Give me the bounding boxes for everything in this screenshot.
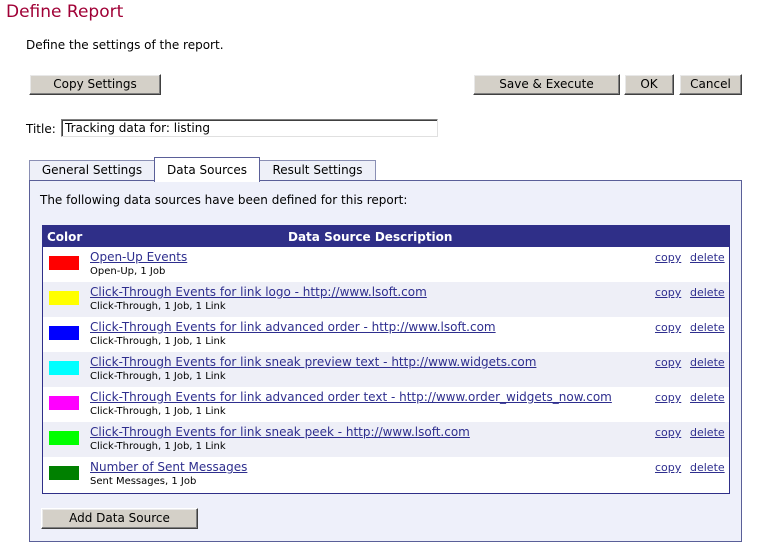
table-row: Click-Through Events for link advanced o… xyxy=(43,387,729,422)
data-sources-intro: The following data sources have been def… xyxy=(40,193,408,207)
delete-link[interactable]: delete xyxy=(690,391,725,404)
save-execute-button[interactable]: Save & Execute xyxy=(473,74,620,95)
copy-link[interactable]: copy xyxy=(655,391,681,404)
table-row: Click-Through Events for link advanced o… xyxy=(43,317,729,352)
page-title: Define Report xyxy=(6,2,124,22)
delete-link[interactable]: delete xyxy=(690,461,725,474)
add-data-source-button[interactable]: Add Data Source xyxy=(41,508,198,529)
copy-link[interactable]: copy xyxy=(655,461,681,474)
copy-link[interactable]: copy xyxy=(655,321,681,334)
tab-result-settings[interactable]: Result Settings xyxy=(259,160,376,180)
data-source-link[interactable]: Click-Through Events for link logo - htt… xyxy=(90,285,427,299)
copy-link[interactable]: copy xyxy=(655,426,681,439)
title-input[interactable]: Tracking data for: listing xyxy=(61,119,438,137)
data-source-detail: Click-Through, 1 Job, 1 Link xyxy=(90,301,226,312)
table-row: Click-Through Events for link sneak peek… xyxy=(43,422,729,457)
delete-link[interactable]: delete xyxy=(690,286,725,299)
data-source-detail: Open-Up, 1 Job xyxy=(90,266,166,277)
table-header: Color Data Source Description xyxy=(43,226,729,247)
copy-settings-button[interactable]: Copy Settings xyxy=(29,74,161,95)
data-source-link[interactable]: Click-Through Events for link advanced o… xyxy=(90,390,612,404)
delete-link[interactable]: delete xyxy=(690,251,725,264)
color-swatch xyxy=(49,466,79,480)
color-swatch xyxy=(49,326,79,340)
data-source-detail: Click-Through, 1 Job, 1 Link xyxy=(90,406,226,417)
data-source-detail: Click-Through, 1 Job, 1 Link xyxy=(90,371,226,382)
delete-link[interactable]: delete xyxy=(690,426,725,439)
data-source-detail: Click-Through, 1 Job, 1 Link xyxy=(90,336,226,347)
ok-button[interactable]: OK xyxy=(624,74,674,95)
header-description: Data Source Description xyxy=(288,230,453,244)
table-row: Open-Up Events Open-Up, 1 Job copy delet… xyxy=(43,247,729,282)
data-source-detail: Sent Messages, 1 Job xyxy=(90,476,197,487)
copy-link[interactable]: copy xyxy=(655,286,681,299)
data-source-detail: Click-Through, 1 Job, 1 Link xyxy=(90,441,226,452)
data-sources-table: Color Data Source Description Open-Up Ev… xyxy=(42,225,730,494)
tab-data-sources[interactable]: Data Sources xyxy=(154,157,260,182)
tab-general-settings[interactable]: General Settings xyxy=(29,160,155,180)
table-row: Number of Sent Messages Sent Messages, 1… xyxy=(43,457,729,492)
data-source-link[interactable]: Click-Through Events for link sneak prev… xyxy=(90,355,536,369)
data-source-link[interactable]: Number of Sent Messages xyxy=(90,460,247,474)
data-source-link[interactable]: Click-Through Events for link sneak peek… xyxy=(90,425,470,439)
table-row: Click-Through Events for link sneak prev… xyxy=(43,352,729,387)
color-swatch xyxy=(49,361,79,375)
delete-link[interactable]: delete xyxy=(690,356,725,369)
color-swatch xyxy=(49,396,79,410)
page-intro: Define the settings of the report. xyxy=(26,38,224,52)
color-swatch xyxy=(49,431,79,445)
delete-link[interactable]: delete xyxy=(690,321,725,334)
header-color: Color xyxy=(47,230,83,244)
copy-link[interactable]: copy xyxy=(655,251,681,264)
data-source-link[interactable]: Open-Up Events xyxy=(90,250,187,264)
color-swatch xyxy=(49,291,79,305)
table-row: Click-Through Events for link logo - htt… xyxy=(43,282,729,317)
cancel-button[interactable]: Cancel xyxy=(679,74,742,95)
color-swatch xyxy=(49,256,79,270)
data-source-link[interactable]: Click-Through Events for link advanced o… xyxy=(90,320,496,334)
title-label: Title: xyxy=(26,122,56,136)
copy-link[interactable]: copy xyxy=(655,356,681,369)
